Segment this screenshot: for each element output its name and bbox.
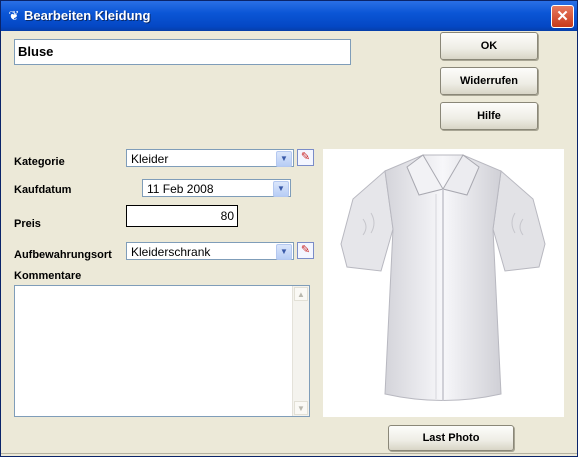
blouse-image bbox=[340, 154, 546, 401]
clothing-app-icon: ❦ bbox=[8, 8, 20, 23]
kategorie-label: Kategorie bbox=[14, 156, 65, 168]
undo-button[interactable]: Widerrufen bbox=[440, 67, 538, 95]
kommentare-label: Kommentare bbox=[14, 270, 82, 282]
last-photo-button[interactable]: Last Photo bbox=[388, 425, 514, 451]
aufbewahrungsort-label: Aufbewahrungsort bbox=[14, 249, 112, 261]
window-title: Bearbeiten Kleidung bbox=[24, 8, 151, 23]
aufbewahrungsort-value: Kleiderschrank bbox=[131, 245, 211, 259]
help-button[interactable]: Hilfe bbox=[440, 102, 538, 130]
bottom-divider bbox=[1, 453, 577, 454]
item-name-input[interactable]: Bluse bbox=[14, 39, 351, 65]
scroll-up-icon[interactable]: ▲ bbox=[294, 287, 308, 301]
close-button[interactable]: ✕ bbox=[551, 5, 574, 28]
title-bar[interactable]: ❦ Bearbeiten Kleidung ✕ bbox=[1, 1, 577, 31]
ok-button[interactable]: OK bbox=[440, 32, 538, 60]
clothing-photo bbox=[323, 149, 564, 417]
kaufdatum-value: 11 Feb 2008 bbox=[147, 182, 214, 196]
kaufdatum-label: Kaufdatum bbox=[14, 184, 72, 196]
kommentare-textarea[interactable]: ▲ ▼ bbox=[14, 285, 310, 417]
chevron-down-icon[interactable]: ▼ bbox=[276, 151, 292, 167]
kategorie-select[interactable]: Kleider ▼ bbox=[126, 149, 294, 167]
pencil-edit-icon[interactable]: ✎ bbox=[297, 149, 314, 166]
chevron-down-icon[interactable]: ▼ bbox=[276, 244, 292, 260]
edit-clothing-dialog: ❦ Bearbeiten Kleidung ✕ Bluse OK Widerru… bbox=[0, 0, 578, 457]
comments-scrollbar[interactable]: ▲ ▼ bbox=[292, 286, 309, 416]
chevron-down-icon[interactable]: ▼ bbox=[273, 181, 289, 197]
aufbewahrungsort-select[interactable]: Kleiderschrank ▼ bbox=[126, 242, 294, 260]
kaufdatum-picker[interactable]: 11 Feb 2008 ▼ bbox=[142, 179, 291, 197]
preis-input[interactable]: 80 bbox=[126, 205, 238, 227]
kategorie-value: Kleider bbox=[131, 152, 169, 166]
scroll-down-icon[interactable]: ▼ bbox=[294, 401, 308, 415]
preis-label: Preis bbox=[14, 218, 41, 230]
pencil-edit-icon[interactable]: ✎ bbox=[297, 242, 314, 259]
